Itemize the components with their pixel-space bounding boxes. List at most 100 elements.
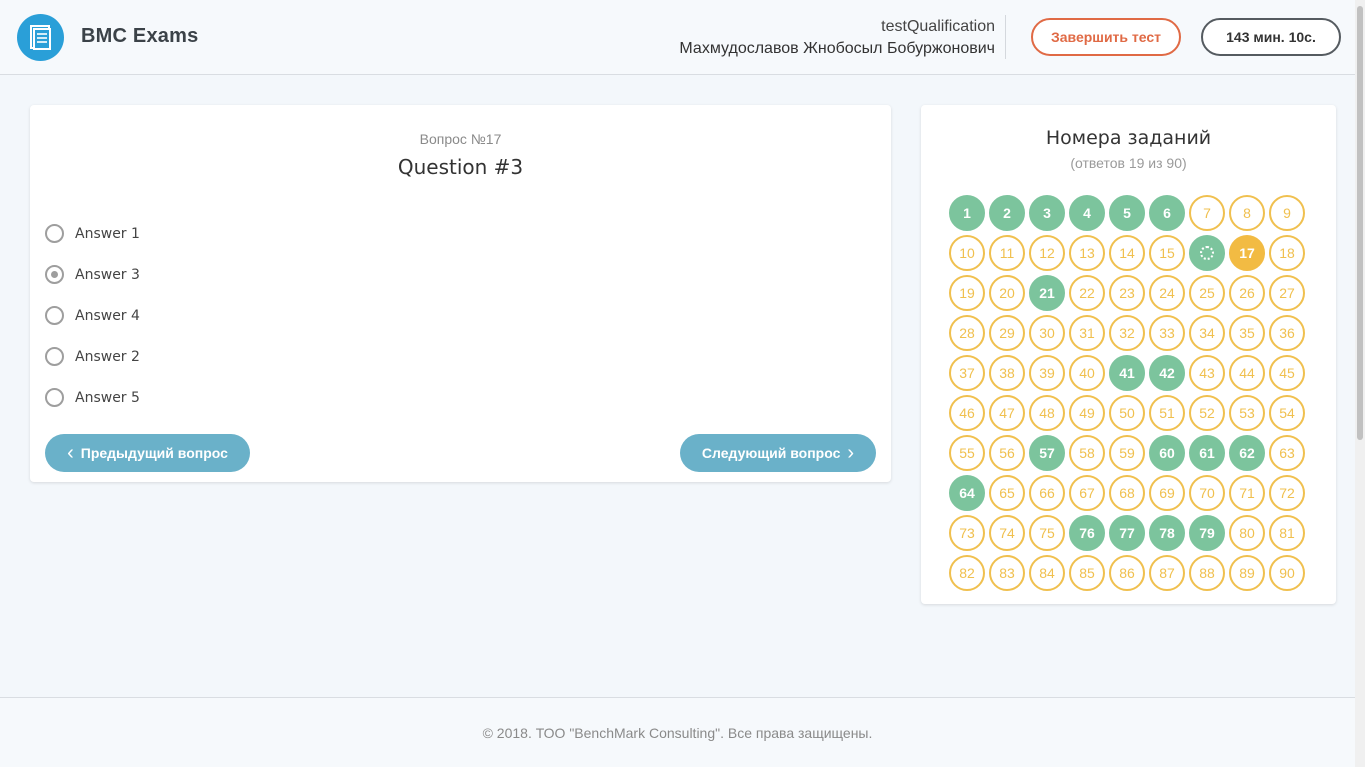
task-number-60[interactable]: 60	[1149, 435, 1185, 471]
task-number-13[interactable]: 13	[1069, 235, 1105, 271]
task-number-54[interactable]: 54	[1269, 395, 1305, 431]
task-number-65[interactable]: 65	[989, 475, 1025, 511]
answer-radio[interactable]	[45, 306, 64, 325]
task-number-78[interactable]: 78	[1149, 515, 1185, 551]
task-number-6[interactable]: 6	[1149, 195, 1185, 231]
task-number-67[interactable]: 67	[1069, 475, 1105, 511]
task-number-35[interactable]: 35	[1229, 315, 1265, 351]
task-number-27[interactable]: 27	[1269, 275, 1305, 311]
task-number-64[interactable]: 64	[949, 475, 985, 511]
task-number-48[interactable]: 48	[1029, 395, 1065, 431]
task-number-59[interactable]: 59	[1109, 435, 1145, 471]
answer-option[interactable]: Answer 2	[45, 336, 140, 377]
task-number-71[interactable]: 71	[1229, 475, 1265, 511]
task-number-87[interactable]: 87	[1149, 555, 1185, 591]
task-number-3[interactable]: 3	[1029, 195, 1065, 231]
task-number-85[interactable]: 85	[1069, 555, 1105, 591]
task-number-58[interactable]: 58	[1069, 435, 1105, 471]
task-number-34[interactable]: 34	[1189, 315, 1225, 351]
task-number-56[interactable]: 56	[989, 435, 1025, 471]
task-number-77[interactable]: 77	[1109, 515, 1145, 551]
answer-option[interactable]: Answer 4	[45, 295, 140, 336]
finish-test-button[interactable]: Завершить тест	[1031, 18, 1181, 56]
answer-radio[interactable]	[45, 224, 64, 243]
task-number-32[interactable]: 32	[1109, 315, 1145, 351]
task-number-12[interactable]: 12	[1029, 235, 1065, 271]
task-number-28[interactable]: 28	[949, 315, 985, 351]
task-number-29[interactable]: 29	[989, 315, 1025, 351]
task-number-36[interactable]: 36	[1269, 315, 1305, 351]
task-number-26[interactable]: 26	[1229, 275, 1265, 311]
task-number-40[interactable]: 40	[1069, 355, 1105, 391]
task-number-55[interactable]: 55	[949, 435, 985, 471]
task-number-19[interactable]: 19	[949, 275, 985, 311]
task-number-15[interactable]: 15	[1149, 235, 1185, 271]
answer-option[interactable]: Answer 5	[45, 377, 140, 418]
task-number-52[interactable]: 52	[1189, 395, 1225, 431]
task-number-88[interactable]: 88	[1189, 555, 1225, 591]
task-number-38[interactable]: 38	[989, 355, 1025, 391]
task-number-83[interactable]: 83	[989, 555, 1025, 591]
task-number-5[interactable]: 5	[1109, 195, 1145, 231]
page-scrollbar[interactable]	[1355, 0, 1365, 767]
task-number-63[interactable]: 63	[1269, 435, 1305, 471]
task-number-57[interactable]: 57	[1029, 435, 1065, 471]
task-number-8[interactable]: 8	[1229, 195, 1265, 231]
task-number-37[interactable]: 37	[949, 355, 985, 391]
task-number-46[interactable]: 46	[949, 395, 985, 431]
task-number-18[interactable]: 18	[1269, 235, 1305, 271]
task-number-14[interactable]: 14	[1109, 235, 1145, 271]
task-number-1[interactable]: 1	[949, 195, 985, 231]
task-number-21[interactable]: 21	[1029, 275, 1065, 311]
task-number-4[interactable]: 4	[1069, 195, 1105, 231]
task-number-62[interactable]: 62	[1229, 435, 1265, 471]
answer-radio[interactable]	[45, 388, 64, 407]
exam-sheet-icon[interactable]	[17, 14, 64, 61]
task-number-9[interactable]: 9	[1269, 195, 1305, 231]
answer-option[interactable]: Answer 3	[45, 254, 140, 295]
task-number-68[interactable]: 68	[1109, 475, 1145, 511]
task-number-10[interactable]: 10	[949, 235, 985, 271]
task-number-30[interactable]: 30	[1029, 315, 1065, 351]
task-number-74[interactable]: 74	[989, 515, 1025, 551]
answer-radio[interactable]	[45, 347, 64, 366]
scrollbar-thumb[interactable]	[1357, 6, 1363, 440]
task-number-79[interactable]: 79	[1189, 515, 1225, 551]
task-number-90[interactable]: 90	[1269, 555, 1305, 591]
task-number-53[interactable]: 53	[1229, 395, 1265, 431]
previous-question-button[interactable]: ‹ Предыдущий вопрос	[45, 434, 250, 472]
task-number-22[interactable]: 22	[1069, 275, 1105, 311]
task-number-86[interactable]: 86	[1109, 555, 1145, 591]
task-number-80[interactable]: 80	[1229, 515, 1265, 551]
task-number-47[interactable]: 47	[989, 395, 1025, 431]
task-number-81[interactable]: 81	[1269, 515, 1305, 551]
task-number-82[interactable]: 82	[949, 555, 985, 591]
task-number-51[interactable]: 51	[1149, 395, 1185, 431]
task-number-20[interactable]: 20	[989, 275, 1025, 311]
task-number-17[interactable]: 17	[1229, 235, 1265, 271]
task-number-61[interactable]: 61	[1189, 435, 1225, 471]
task-number-76[interactable]: 76	[1069, 515, 1105, 551]
task-number-89[interactable]: 89	[1229, 555, 1265, 591]
task-number-43[interactable]: 43	[1189, 355, 1225, 391]
task-number-16[interactable]	[1189, 235, 1225, 271]
task-number-70[interactable]: 70	[1189, 475, 1225, 511]
brand-name[interactable]: BMC Exams	[81, 25, 198, 48]
task-number-33[interactable]: 33	[1149, 315, 1185, 351]
answer-option[interactable]: Answer 1	[45, 213, 140, 254]
answer-radio[interactable]	[45, 265, 64, 284]
task-number-72[interactable]: 72	[1269, 475, 1305, 511]
task-number-69[interactable]: 69	[1149, 475, 1185, 511]
task-number-73[interactable]: 73	[949, 515, 985, 551]
task-number-45[interactable]: 45	[1269, 355, 1305, 391]
task-number-84[interactable]: 84	[1029, 555, 1065, 591]
task-number-41[interactable]: 41	[1109, 355, 1145, 391]
task-number-11[interactable]: 11	[989, 235, 1025, 271]
task-number-39[interactable]: 39	[1029, 355, 1065, 391]
task-number-44[interactable]: 44	[1229, 355, 1265, 391]
task-number-31[interactable]: 31	[1069, 315, 1105, 351]
task-number-49[interactable]: 49	[1069, 395, 1105, 431]
task-number-50[interactable]: 50	[1109, 395, 1145, 431]
next-question-button[interactable]: Следующий вопрос ›	[680, 434, 876, 472]
task-number-7[interactable]: 7	[1189, 195, 1225, 231]
